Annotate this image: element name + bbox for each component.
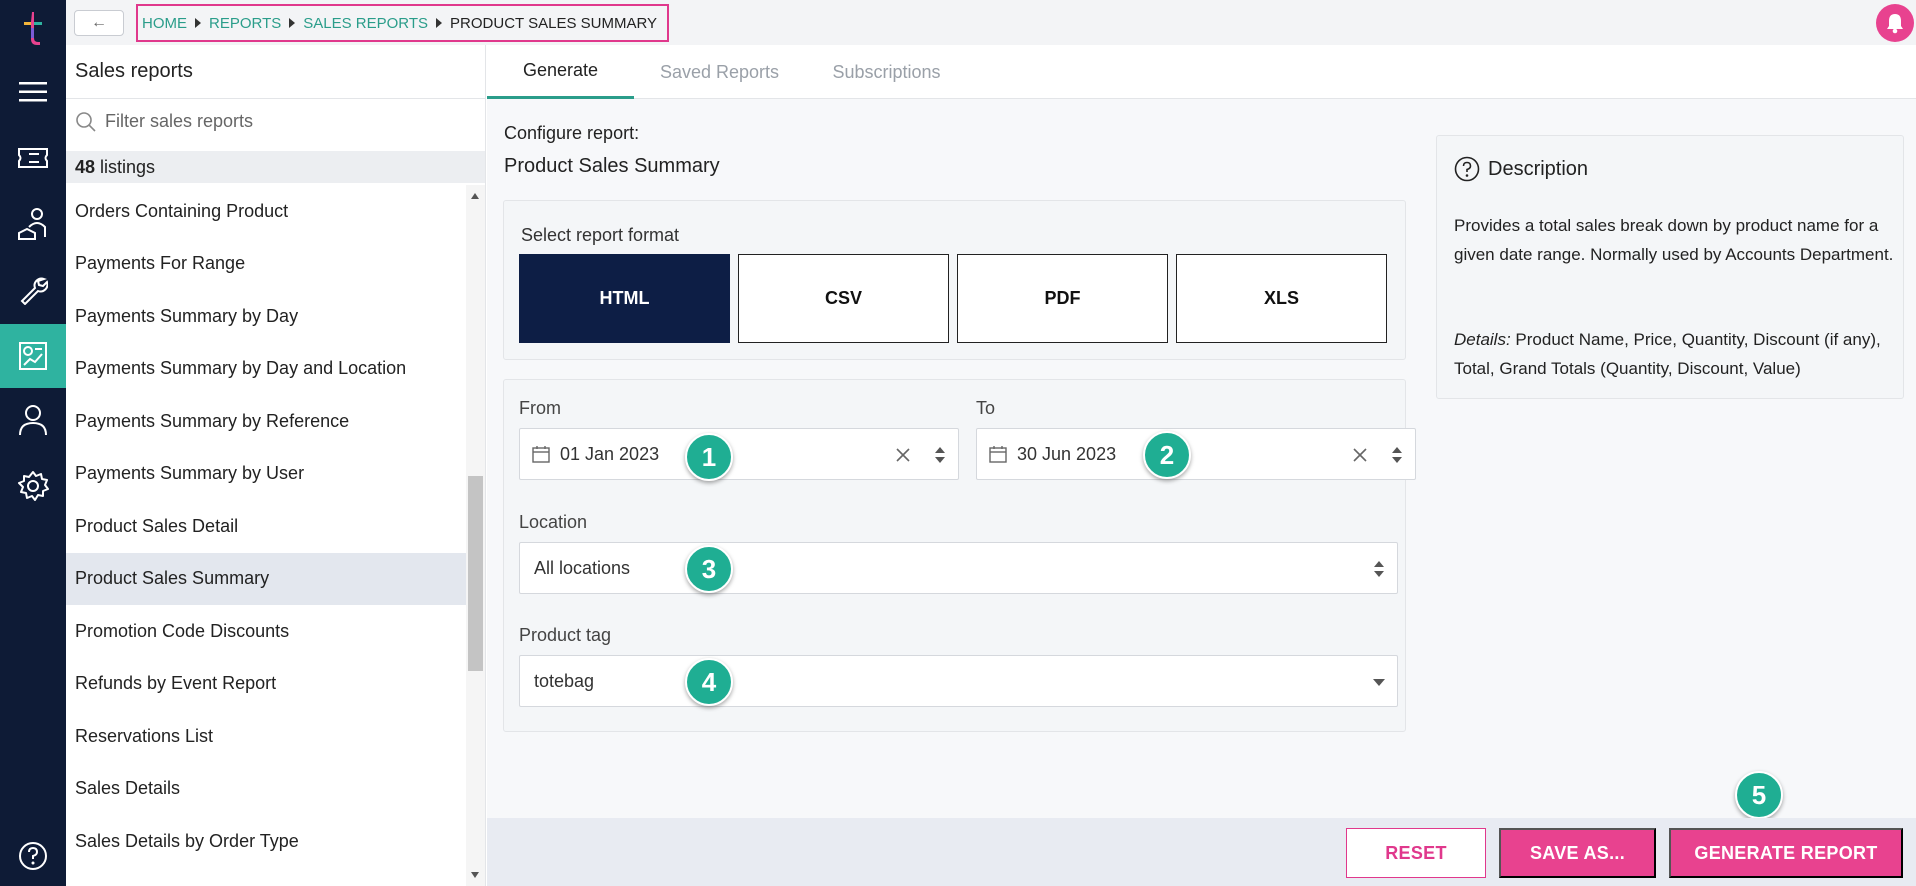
report-format-panel: Select report format HTML CSV PDF XLS [503,200,1406,360]
report-parameters-panel: From 01 Jan 2023 To 30 Jun 2023 Location… [503,379,1416,732]
chevron-down-icon[interactable] [1373,679,1385,686]
report-list-item[interactable]: Payments Summary by User [66,448,466,501]
report-list-item[interactable]: Payments Summary by Reference [66,395,466,448]
sidebar-title: Sales reports [75,60,193,82]
calendar-icon [532,446,550,463]
product-tag-select[interactable]: totebag [519,655,1398,707]
to-date-value: 30 Jun 2023 [1017,443,1117,464]
report-list-item[interactable]: Payments Summary by Day [66,290,466,343]
breadcrumb-separator-icon [436,18,443,28]
step-badge-2: 2 [1143,431,1191,479]
to-date-field[interactable]: 30 Jun 2023 [976,428,1416,480]
report-list-item[interactable]: Product Sales Detail [66,500,466,553]
to-label: To [976,398,996,418]
reports-icon[interactable] [0,324,66,388]
description-details: Details: Product Name, Price, Quantity, … [1454,326,1899,383]
format-html-button[interactable]: HTML [519,254,730,343]
report-list-item[interactable]: Orders Containing Product [66,185,466,238]
notifications-bell-icon[interactable] [1876,4,1914,42]
ticket-icon[interactable] [0,132,66,184]
calendar-icon [989,446,1007,463]
main-content: Generate Saved Reports Subscriptions Con… [487,45,1916,886]
generate-report-button[interactable]: GENERATE REPORT [1669,828,1903,878]
report-list-item[interactable]: Reservations List [66,710,466,763]
breadcrumb-reports[interactable]: REPORTS [209,15,281,32]
breadcrumb: HOME REPORTS SALES REPORTS PRODUCT SALES… [136,4,670,42]
listing-count-number: 48 [75,156,96,177]
product-tag-label: Product tag [519,625,612,645]
icon-rail [0,0,66,886]
report-list-item[interactable]: Payments Summary by Day and Location [66,343,466,396]
description-body: Provides a total sales break down by pro… [1454,216,1894,264]
customer-service-icon[interactable] [0,198,66,250]
tab-generate[interactable]: Generate [487,45,634,99]
help-icon[interactable] [0,830,66,882]
listing-count: 48 listings [66,151,485,183]
brand-logo-icon[interactable] [0,2,66,54]
report-list-item[interactable]: Promotion Code Discounts [66,605,466,658]
report-format-label: Select report format [521,225,680,245]
description-title: Description [1488,157,1589,180]
report-list: Orders Containing Product Payments For Ra… [66,185,466,886]
breadcrumb-sales-reports[interactable]: SALES REPORTS [303,15,428,32]
report-list-item[interactable]: Product Sales Summary [66,552,466,605]
sort-updown-icon[interactable] [934,445,946,465]
format-xls-button[interactable]: XLS [1176,254,1387,343]
sort-updown-icon[interactable] [1391,445,1403,465]
listing-count-suffix: listings [100,156,156,177]
wrench-icon[interactable] [0,264,66,316]
filter-sales-reports-input[interactable] [105,111,445,132]
details-text: Product Name, Price, Quantity, Discount … [1454,330,1881,378]
action-footer: RESET SAVE AS... GENERATE REPORT [487,818,1916,886]
scroll-down-icon[interactable] [471,872,479,878]
location-label: Location [519,512,588,532]
scrollbar-thumb[interactable] [468,476,483,672]
clear-to-date-icon[interactable] [1351,446,1369,464]
format-pdf-button[interactable]: PDF [957,254,1168,343]
from-date-field[interactable]: 01 Jan 2023 [519,428,959,480]
top-bar: ← HOME REPORTS SALES REPORTS PRODUCT SAL… [66,0,1916,45]
menu-icon[interactable] [0,66,66,118]
clear-from-date-icon[interactable] [894,446,912,464]
details-label: Details: [1454,330,1511,349]
settings-gear-icon[interactable] [0,460,66,512]
from-label: From [519,398,561,418]
breadcrumb-home[interactable]: HOME [142,15,187,32]
tab-bar: Generate Saved Reports Subscriptions [487,45,1916,99]
step-badge-3: 3 [685,545,733,593]
step-badge-1: 1 [685,433,733,481]
step-badge-4: 4 [685,658,733,706]
filter-bar [66,98,485,144]
back-button[interactable]: ← [74,10,124,36]
configure-label: Configure report: [504,123,640,143]
report-list-item[interactable]: Sales Details by Order Type [66,815,466,868]
report-list-item[interactable]: Refunds by Event Report [66,658,466,711]
sort-updown-icon[interactable] [1373,559,1385,579]
tab-saved-reports[interactable]: Saved Reports [634,45,805,99]
sales-reports-sidebar: Sales reports 48 listings Orders Contain… [66,45,486,886]
step-badge-5: 5 [1735,771,1783,819]
description-panel: Description Provides a total sales break… [1436,135,1904,399]
report-list-scrollbar[interactable] [466,185,485,886]
save-as-button[interactable]: SAVE AS... [1499,828,1656,878]
location-select[interactable]: All locations [519,542,1398,594]
format-csv-button[interactable]: CSV [738,254,949,343]
description-header: Description [1454,156,1588,182]
from-date-value: 01 Jan 2023 [560,443,660,464]
scroll-up-icon[interactable] [471,193,479,199]
reset-button[interactable]: RESET [1346,828,1486,878]
user-icon[interactable] [0,394,66,446]
report-list-item[interactable]: Payments For Range [66,238,466,291]
breadcrumb-separator-icon [289,18,296,28]
question-circle-icon [1454,156,1480,182]
tab-subscriptions[interactable]: Subscriptions [805,45,968,99]
search-icon [76,111,96,132]
breadcrumb-current: PRODUCT SALES SUMMARY [450,14,658,32]
location-value: All locations [534,557,631,578]
report-title: Product Sales Summary [504,155,720,177]
breadcrumb-separator-icon [195,18,201,28]
report-list-item[interactable]: Sales Details [66,763,466,816]
product-tag-value: totebag [534,670,595,691]
app-root: ← HOME REPORTS SALES REPORTS PRODUCT SAL… [0,0,1916,886]
